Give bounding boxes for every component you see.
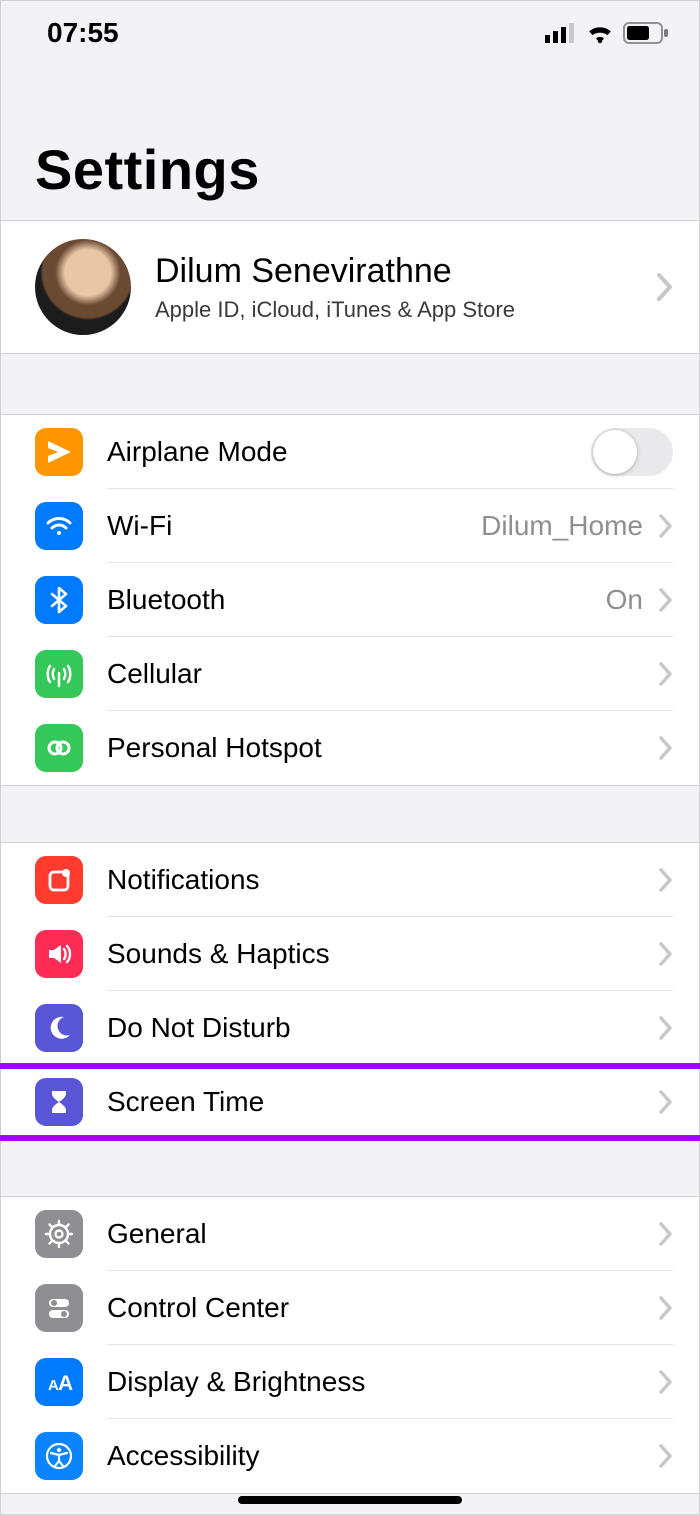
group-system: General Control Center AA Display & Brig… — [1, 1196, 699, 1494]
row-sounds-haptics[interactable]: Sounds & Haptics — [1, 917, 699, 991]
chevron-right-icon — [659, 1090, 673, 1114]
hotspot-icon — [35, 724, 83, 772]
row-label: General — [107, 1218, 653, 1250]
chevron-right-icon — [659, 1444, 673, 1468]
hourglass-icon — [35, 1078, 83, 1126]
row-label: Sounds & Haptics — [107, 938, 653, 970]
chevron-right-icon — [659, 1296, 673, 1320]
switches-icon — [35, 1284, 83, 1332]
status-indicators — [545, 22, 669, 44]
gear-icon — [35, 1210, 83, 1258]
row-label: Bluetooth — [107, 584, 606, 616]
row-screen-time[interactable]: Screen Time — [1, 1065, 699, 1139]
row-notifications[interactable]: Notifications — [1, 843, 699, 917]
row-value: Dilum_Home — [481, 510, 643, 542]
cellular-antenna-icon — [35, 650, 83, 698]
row-label: Screen Time — [107, 1086, 653, 1118]
row-display-brightness[interactable]: AA Display & Brightness — [1, 1345, 699, 1419]
row-label: Control Center — [107, 1292, 653, 1324]
chevron-right-icon — [659, 1222, 673, 1246]
home-indicator[interactable] — [238, 1496, 462, 1504]
speaker-icon — [35, 930, 83, 978]
chevron-right-icon — [659, 868, 673, 892]
airplane-icon — [35, 428, 83, 476]
profile-subtitle: Apple ID, iCloud, iTunes & App Store — [155, 297, 627, 323]
notifications-icon — [35, 856, 83, 904]
chevron-right-icon — [659, 942, 673, 966]
airplane-toggle[interactable] — [591, 428, 673, 476]
chevron-right-icon — [659, 1370, 673, 1394]
row-do-not-disturb[interactable]: Do Not Disturb — [1, 991, 699, 1065]
row-wifi[interactable]: Wi-Fi Dilum_Home — [1, 489, 699, 563]
row-control-center[interactable]: Control Center — [1, 1271, 699, 1345]
row-value: On — [606, 584, 643, 616]
accessibility-icon — [35, 1432, 83, 1480]
row-general[interactable]: General — [1, 1197, 699, 1271]
row-bluetooth[interactable]: Bluetooth On — [1, 563, 699, 637]
chevron-right-icon — [659, 514, 673, 538]
group-connectivity: Airplane Mode Wi-Fi Dilum_Home Bluetooth… — [1, 414, 699, 786]
row-personal-hotspot[interactable]: Personal Hotspot — [1, 711, 699, 785]
row-accessibility[interactable]: Accessibility — [1, 1419, 699, 1493]
row-label: Notifications — [107, 864, 653, 896]
row-label: Cellular — [107, 658, 653, 690]
profile-name: Dilum Senevirathne — [155, 252, 627, 291]
profile-group: Dilum Senevirathne Apple ID, iCloud, iTu… — [1, 220, 699, 354]
chevron-right-icon — [659, 662, 673, 686]
row-label: Do Not Disturb — [107, 1012, 653, 1044]
wifi-icon — [585, 22, 615, 44]
row-label: Personal Hotspot — [107, 732, 653, 764]
chevron-right-icon — [659, 588, 673, 612]
row-cellular[interactable]: Cellular — [1, 637, 699, 711]
svg-text:A: A — [58, 1372, 73, 1395]
chevron-right-icon — [657, 273, 673, 301]
row-label: Accessibility — [107, 1440, 653, 1472]
row-airplane-mode[interactable]: Airplane Mode — [1, 415, 699, 489]
moon-icon — [35, 1004, 83, 1052]
chevron-right-icon — [659, 1016, 673, 1040]
row-label: Wi-Fi — [107, 510, 481, 542]
apple-id-row[interactable]: Dilum Senevirathne Apple ID, iCloud, iTu… — [1, 221, 699, 353]
status-time: 07:55 — [47, 17, 119, 49]
page-title: Settings — [1, 57, 699, 220]
avatar — [35, 239, 131, 335]
chevron-right-icon — [659, 736, 673, 760]
cellular-icon — [545, 23, 577, 43]
status-bar: 07:55 — [1, 1, 699, 57]
row-label: Airplane Mode — [107, 436, 591, 468]
bluetooth-icon — [35, 576, 83, 624]
wifi-icon — [35, 502, 83, 550]
row-label: Display & Brightness — [107, 1366, 653, 1398]
textsize-icon: AA — [35, 1358, 83, 1406]
group-alerts: Notifications Sounds & Haptics Do Not Di… — [1, 842, 699, 1140]
battery-icon — [623, 22, 669, 44]
